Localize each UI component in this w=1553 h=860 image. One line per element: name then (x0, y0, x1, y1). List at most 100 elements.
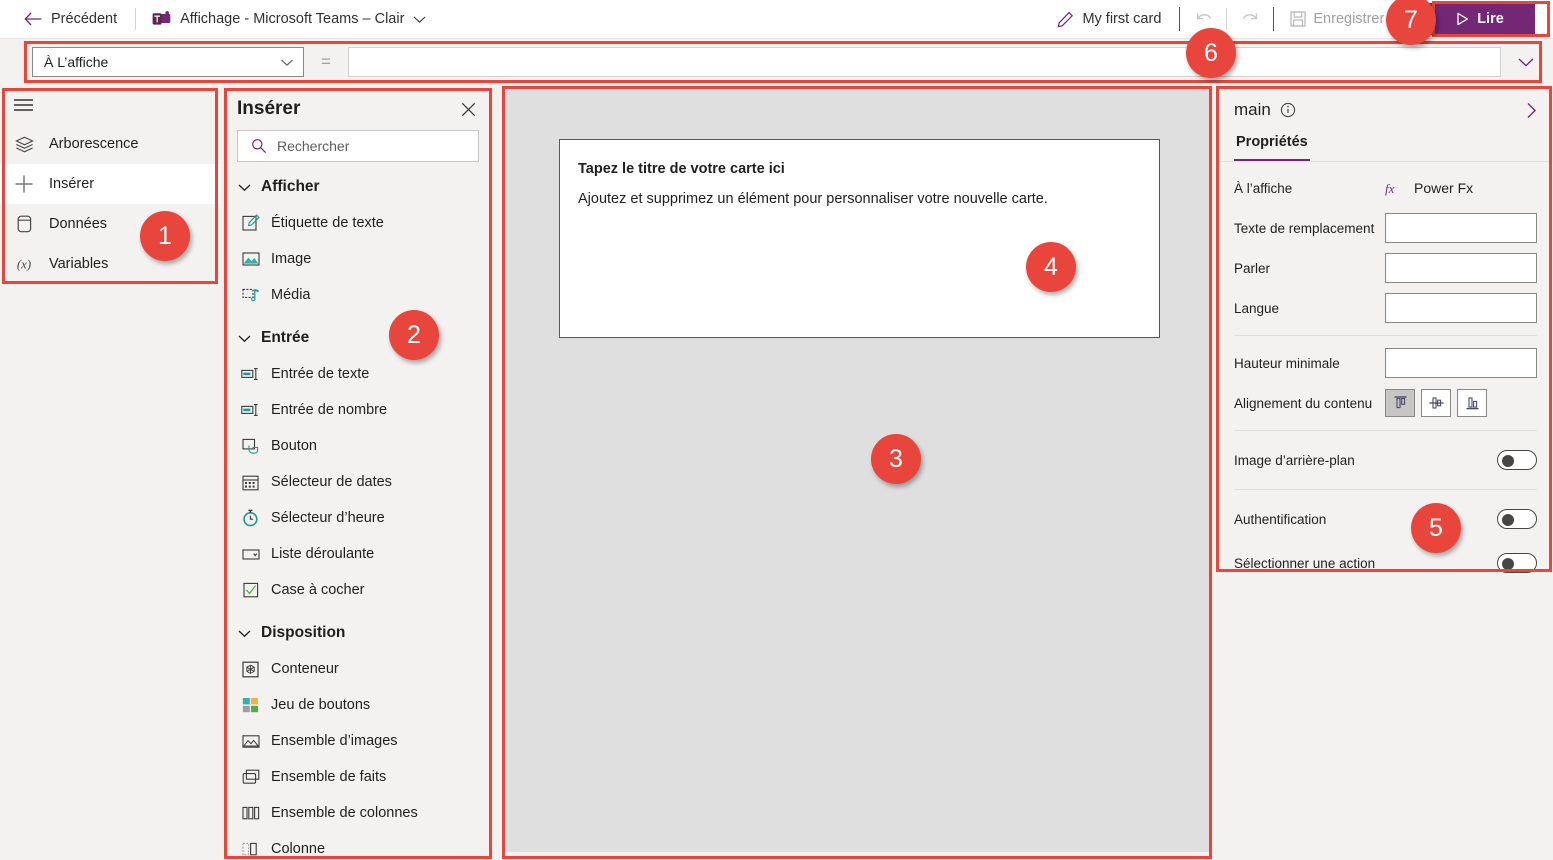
formula-input[interactable] (348, 47, 1501, 77)
column-set-icon (241, 804, 260, 823)
property-label: Parler (1234, 260, 1271, 276)
adaptive-card-preview[interactable]: Tapez le titre de votre carte ici Ajoute… (559, 139, 1160, 338)
braces-icon: {} (1400, 10, 1411, 27)
insert-group-disposition[interactable]: Disposition (224, 608, 492, 651)
insert-item-label: Ensemble de faits (271, 769, 387, 785)
info-icon[interactable] (1280, 102, 1296, 118)
sidebar-item-donnees[interactable]: Données (0, 204, 220, 244)
insert-item-label: Entrée de texte (271, 366, 370, 382)
sidebar-item-inserer[interactable]: Insérer (0, 164, 220, 204)
search-input[interactable]: Rechercher (237, 130, 479, 162)
insert-item-label: Ensemble de colonnes (271, 805, 418, 821)
property-label: À l’affiche (1234, 180, 1293, 196)
sidebar-item-label: Insérer (49, 176, 95, 192)
insert-group-label: Entrée (261, 329, 310, 346)
property-row-alignement-du-contenu: Alignement du contenu (1216, 383, 1553, 423)
insert-item-jeu-de-boutons[interactable]: Jeu de boutons (224, 687, 492, 723)
insert-group-entree[interactable]: Entrée (224, 313, 492, 356)
fact-set-icon (241, 768, 260, 787)
insert-item-media[interactable]: Média (224, 277, 492, 313)
save-label: Enregistrer (1313, 11, 1385, 27)
property-selector[interactable]: À L’affiche (32, 47, 304, 77)
card-subtitle-text: Ajoutez et supprimez un élément pour per… (578, 191, 1048, 207)
properties-tabs: Propriétés (1216, 130, 1553, 162)
speak-field[interactable] (1385, 253, 1537, 283)
plus-icon (13, 174, 35, 194)
back-label: Précédent (51, 11, 118, 27)
insert-item-ensemble-de-colonnes[interactable]: Ensemble de colonnes (224, 795, 492, 831)
toggle-knob (1502, 557, 1514, 570)
insert-item-colonne[interactable]: Colonne (224, 831, 492, 860)
tab-proprietes[interactable]: Propriétés (1234, 130, 1310, 161)
insert-item-entree-de-nombre[interactable]: Entrée de nombre (224, 392, 492, 428)
selected-element-name: main (1234, 100, 1271, 119)
panel-expand-chevron-icon[interactable] (1526, 102, 1537, 119)
insert-item-label: Case à cocher (271, 582, 365, 598)
authentication-toggle[interactable] (1497, 509, 1537, 529)
card-name-label: My first card (1082, 11, 1162, 27)
alt-text-field[interactable] (1385, 213, 1537, 243)
align-center-button[interactable] (1421, 389, 1451, 417)
back-button[interactable]: Précédent (0, 0, 131, 38)
insert-panel-header: Insérer (224, 86, 492, 130)
undo-button[interactable] (1186, 4, 1222, 34)
app-title-dropdown[interactable]: Affichage - Microsoft Teams – Clair (140, 0, 438, 38)
background-image-toggle[interactable] (1497, 450, 1537, 470)
insert-item-label: Entrée de nombre (271, 402, 388, 418)
sidebar-item-label: Données (49, 216, 108, 232)
insert-item-etiquette-de-texte[interactable]: Étiquette de texte (224, 205, 492, 241)
chevron-down-icon (238, 334, 251, 343)
power-fx-button[interactable]: fx Power Fx (1385, 180, 1537, 197)
sidebar-item-arborescence[interactable]: Arborescence (0, 124, 220, 164)
property-label: Hauteur minimale (1234, 355, 1340, 371)
app-root: Précédent Affichage - Microsoft Teams – … (0, 0, 1553, 860)
insert-item-ensemble-de-faits[interactable]: Ensemble de faits (224, 759, 492, 795)
top-bar-left-group: Précédent Affichage - Microsoft Teams – … (0, 0, 438, 38)
hamburger-menu-button[interactable] (0, 86, 220, 124)
image-set-icon (241, 732, 260, 751)
insert-item-label: Ensemble d’images (271, 733, 398, 749)
align-bottom-button[interactable] (1457, 389, 1487, 417)
insert-panel-title: Insérer (237, 98, 301, 119)
insert-item-label: Bouton (271, 438, 317, 454)
select-action-toggle[interactable] (1497, 553, 1537, 573)
teams-icon (152, 11, 171, 27)
property-selector-value: À L’affiche (44, 54, 109, 70)
property-label: Authentification (1234, 511, 1327, 527)
align-top-button[interactable] (1385, 389, 1415, 417)
insert-group-afficher[interactable]: Afficher (224, 162, 492, 205)
property-row-texte-de-remplacement: Texte de remplacement (1216, 208, 1553, 248)
formula-expand-button[interactable] (1507, 47, 1545, 77)
checkbox-icon (241, 581, 260, 600)
toolbar-divider-1 (135, 8, 137, 30)
insert-item-entree-de-texte[interactable]: Entrée de texte (224, 356, 492, 392)
insert-item-selecteur-d-heure[interactable]: Sélecteur d’heure (224, 500, 492, 536)
insert-item-image[interactable]: Image (224, 241, 492, 277)
insert-item-selecteur-de-dates[interactable]: Sélecteur de dates (224, 464, 492, 500)
insert-item-liste-deroulante[interactable]: Liste déroulante (224, 536, 492, 572)
insert-item-ensemble-d-images[interactable]: Ensemble d’images (224, 723, 492, 759)
save-button[interactable]: Enregistrer (1280, 4, 1394, 34)
insert-item-case-a-cocher[interactable]: Case à cocher (224, 572, 492, 608)
redo-button[interactable] (1231, 4, 1267, 34)
top-command-bar: Précédent Affichage - Microsoft Teams – … (0, 0, 1553, 38)
play-button[interactable]: Lire (1425, 3, 1535, 35)
insert-panel: Insérer Rechercher Afficher Étiquette de… (224, 86, 492, 860)
code-view-button[interactable]: {} (1394, 4, 1417, 34)
card-canvas[interactable]: Tapez le titre de votre carte ici Ajoute… (504, 88, 1210, 852)
fx-icon: fx (1385, 180, 1405, 197)
sidebar-item-variables[interactable]: (x) Variables (0, 244, 220, 284)
insert-item-conteneur[interactable]: Conteneur (224, 651, 492, 687)
language-field[interactable] (1385, 293, 1537, 323)
save-disk-icon (1290, 11, 1306, 27)
insert-group-label: Disposition (261, 624, 346, 641)
card-name-button[interactable]: My first card (1045, 0, 1173, 38)
min-height-field[interactable] (1385, 348, 1537, 378)
insert-item-label: Liste déroulante (271, 546, 375, 562)
clock-icon (241, 509, 260, 528)
insert-item-label: Jeu de boutons (271, 697, 371, 713)
close-icon[interactable] (461, 102, 476, 117)
left-rail: Arborescence Insérer Données (x) Variabl… (0, 86, 220, 860)
insert-item-bouton[interactable]: Bouton (224, 428, 492, 464)
text-input-icon (241, 365, 260, 384)
